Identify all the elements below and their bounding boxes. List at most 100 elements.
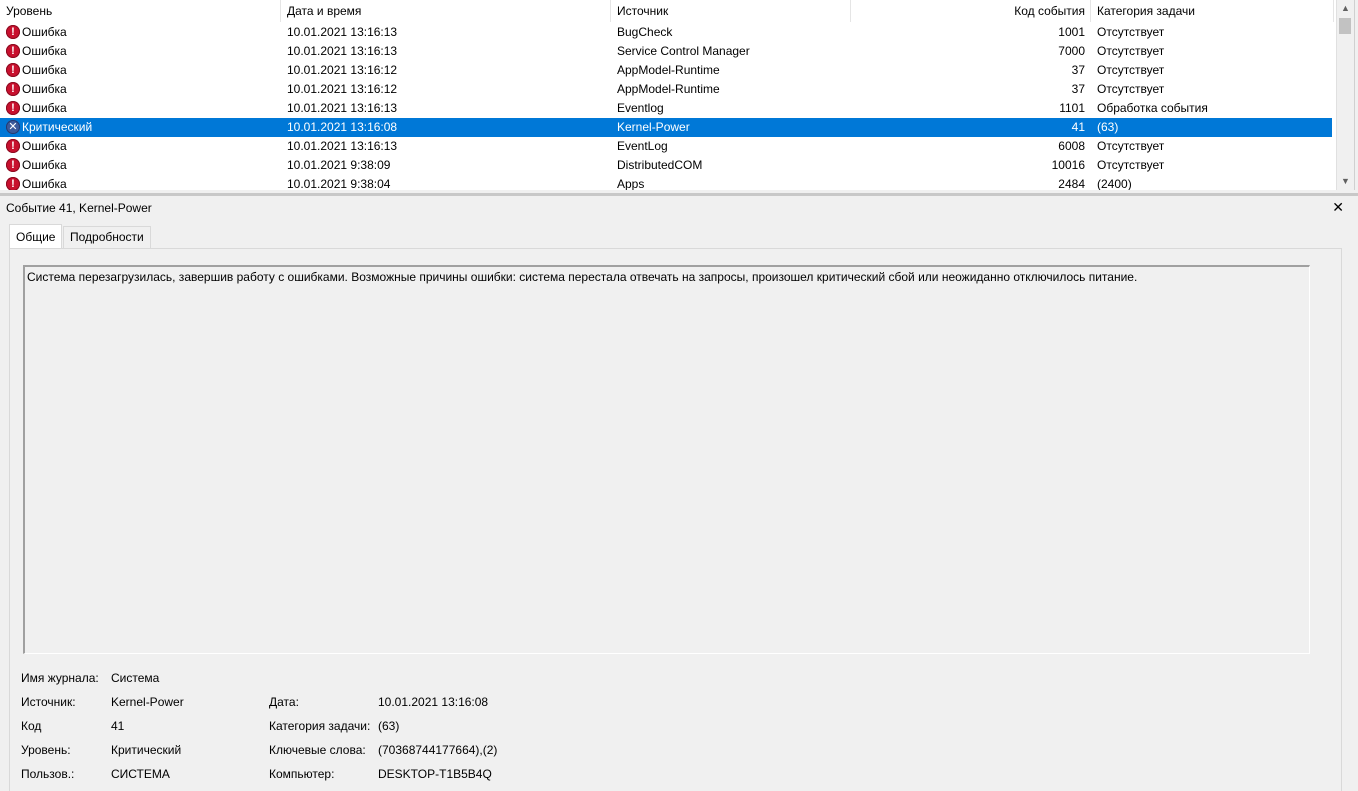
column-header-date[interactable]: Дата и время bbox=[281, 0, 611, 22]
event-list[interactable]: Уровень Дата и время Источник Код событи… bbox=[0, 0, 1355, 190]
table-row[interactable]: ! Ошибка 10.01.2021 13:16:12 AppModel-Ru… bbox=[0, 80, 1332, 99]
row-source: Apps bbox=[617, 177, 645, 190]
row-level: Критический bbox=[22, 120, 93, 134]
source-label: Источник: bbox=[21, 695, 76, 709]
row-date: 10.01.2021 13:16:12 bbox=[287, 82, 398, 96]
task-category-label: Категория задачи: bbox=[269, 719, 371, 733]
row-category: Отсутствует bbox=[1097, 82, 1165, 96]
row-source: EventLog bbox=[617, 139, 668, 153]
error-icon: ! bbox=[6, 158, 20, 172]
row-source: Service Control Manager bbox=[617, 44, 750, 58]
row-level: Ошибка bbox=[22, 25, 67, 39]
table-row[interactable]: ! Ошибка 10.01.2021 13:16:13 EventLog 60… bbox=[0, 137, 1332, 156]
tab-general[interactable]: Общие bbox=[9, 224, 63, 248]
row-source: BugCheck bbox=[617, 25, 673, 39]
row-date: 10.01.2021 13:16:13 bbox=[287, 139, 398, 153]
error-icon: ! bbox=[6, 101, 20, 115]
row-source: DistributedCOM bbox=[617, 158, 703, 172]
row-code: 37 bbox=[1071, 63, 1085, 77]
row-date: 10.01.2021 13:16:12 bbox=[287, 63, 398, 77]
row-source: AppModel-Runtime bbox=[617, 82, 720, 96]
close-icon[interactable]: ✕ bbox=[1332, 199, 1344, 215]
row-date: 10.01.2021 13:16:13 bbox=[287, 101, 398, 115]
table-row[interactable]: ! Ошибка 10.01.2021 9:38:04 Apps 2484 (2… bbox=[0, 175, 1332, 190]
row-code: 2484 bbox=[1058, 177, 1085, 190]
row-code: 10016 bbox=[1051, 158, 1085, 172]
column-header-code[interactable]: Код события bbox=[851, 0, 1091, 22]
table-row[interactable]: ! Ошибка 10.01.2021 13:16:13 Eventlog 11… bbox=[0, 99, 1332, 118]
keywords-value: (70368744177664),(2) bbox=[378, 743, 498, 757]
detail-title: Событие 41, Kernel-Power bbox=[6, 201, 152, 215]
row-level: Ошибка bbox=[22, 158, 67, 172]
error-icon: ! bbox=[6, 44, 20, 58]
column-header-code-label: Код события bbox=[1014, 4, 1085, 18]
column-header-source-label: Источник bbox=[617, 4, 669, 18]
column-header-category[interactable]: Категория задачи bbox=[1091, 0, 1334, 22]
critical-icon: ✕ bbox=[6, 120, 20, 134]
column-header-source[interactable]: Источник bbox=[611, 0, 851, 22]
column-header-level-label: Уровень bbox=[6, 4, 53, 18]
level-value: Критический bbox=[111, 743, 182, 757]
computer-label: Компьютер: bbox=[269, 767, 335, 781]
level-label: Уровень: bbox=[21, 743, 71, 757]
row-category: Отсутствует bbox=[1097, 25, 1165, 39]
row-date: 10.01.2021 13:16:08 bbox=[287, 120, 398, 134]
user-value: СИСТЕМА bbox=[111, 767, 170, 781]
row-level: Ошибка bbox=[22, 177, 67, 190]
scroll-down-icon[interactable]: ▼ bbox=[1337, 173, 1354, 190]
row-code: 41 bbox=[1071, 120, 1085, 134]
code-label: Код bbox=[21, 719, 42, 733]
error-icon: ! bbox=[6, 139, 20, 153]
keywords-label: Ключевые слова: bbox=[269, 743, 366, 757]
task-category-value: (63) bbox=[378, 719, 400, 733]
row-date: 10.01.2021 9:38:04 bbox=[287, 177, 391, 190]
row-code: 1101 bbox=[1059, 101, 1085, 115]
detail-scrollbar-track[interactable] bbox=[1342, 248, 1358, 791]
row-code: 1001 bbox=[1058, 25, 1085, 39]
event-description[interactable]: Система перезагрузилась, завершив работу… bbox=[23, 265, 1310, 654]
row-category: Отсутствует bbox=[1097, 63, 1165, 77]
error-icon: ! bbox=[6, 82, 20, 96]
row-level: Ошибка bbox=[22, 139, 67, 153]
row-source: Eventlog bbox=[617, 101, 664, 115]
column-header-level[interactable]: Уровень bbox=[0, 0, 281, 22]
column-header-category-label: Категория задачи bbox=[1097, 4, 1195, 18]
error-icon: ! bbox=[6, 177, 20, 190]
scroll-up-icon[interactable]: ▲ bbox=[1337, 0, 1354, 17]
row-category: Обработка события bbox=[1097, 101, 1208, 115]
row-category: Отсутствует bbox=[1097, 139, 1165, 153]
table-row-selected[interactable]: ✕ Критический 10.01.2021 13:16:08 Kernel… bbox=[0, 118, 1332, 137]
log-name-value: Система bbox=[111, 671, 160, 685]
scroll-thumb[interactable] bbox=[1339, 18, 1351, 34]
row-date: 10.01.2021 13:16:13 bbox=[287, 25, 398, 39]
row-level: Ошибка bbox=[22, 44, 67, 58]
row-level: Ошибка bbox=[22, 63, 67, 77]
date-label: Дата: bbox=[269, 695, 299, 709]
row-code: 6008 bbox=[1058, 139, 1085, 153]
row-category: (2400) bbox=[1097, 177, 1132, 190]
table-row[interactable]: ! Ошибка 10.01.2021 13:16:12 AppModel-Ru… bbox=[0, 61, 1332, 80]
source-value: Kernel-Power bbox=[111, 695, 184, 709]
error-icon: ! bbox=[6, 25, 20, 39]
row-source: Kernel-Power bbox=[617, 120, 690, 134]
row-level: Ошибка bbox=[22, 101, 67, 115]
list-header: Уровень Дата и время Источник Код событи… bbox=[0, 0, 1334, 22]
row-date: 10.01.2021 9:38:09 bbox=[287, 158, 391, 172]
tab-details[interactable]: Подробности bbox=[63, 226, 151, 248]
table-row[interactable]: ! Ошибка 10.01.2021 13:16:13 Service Con… bbox=[0, 42, 1332, 61]
date-value: 10.01.2021 13:16:08 bbox=[378, 695, 489, 709]
table-row[interactable]: ! Ошибка 10.01.2021 9:38:09 DistributedC… bbox=[0, 156, 1332, 175]
list-vertical-scrollbar[interactable]: ▲ ▼ bbox=[1336, 0, 1354, 190]
error-icon: ! bbox=[6, 63, 20, 77]
row-code: 37 bbox=[1071, 82, 1085, 96]
pane-splitter[interactable] bbox=[0, 193, 1358, 196]
row-category: Отсутствует bbox=[1097, 44, 1165, 58]
user-label: Пользов.: bbox=[21, 767, 75, 781]
row-date: 10.01.2021 13:16:13 bbox=[287, 44, 398, 58]
row-category: (63) bbox=[1097, 120, 1119, 134]
table-row[interactable]: ! Ошибка 10.01.2021 13:16:13 BugCheck 10… bbox=[0, 23, 1332, 42]
column-header-date-label: Дата и время bbox=[287, 4, 362, 18]
row-source: AppModel-Runtime bbox=[617, 63, 720, 77]
row-level: Ошибка bbox=[22, 82, 67, 96]
code-value: 41 bbox=[111, 719, 125, 733]
